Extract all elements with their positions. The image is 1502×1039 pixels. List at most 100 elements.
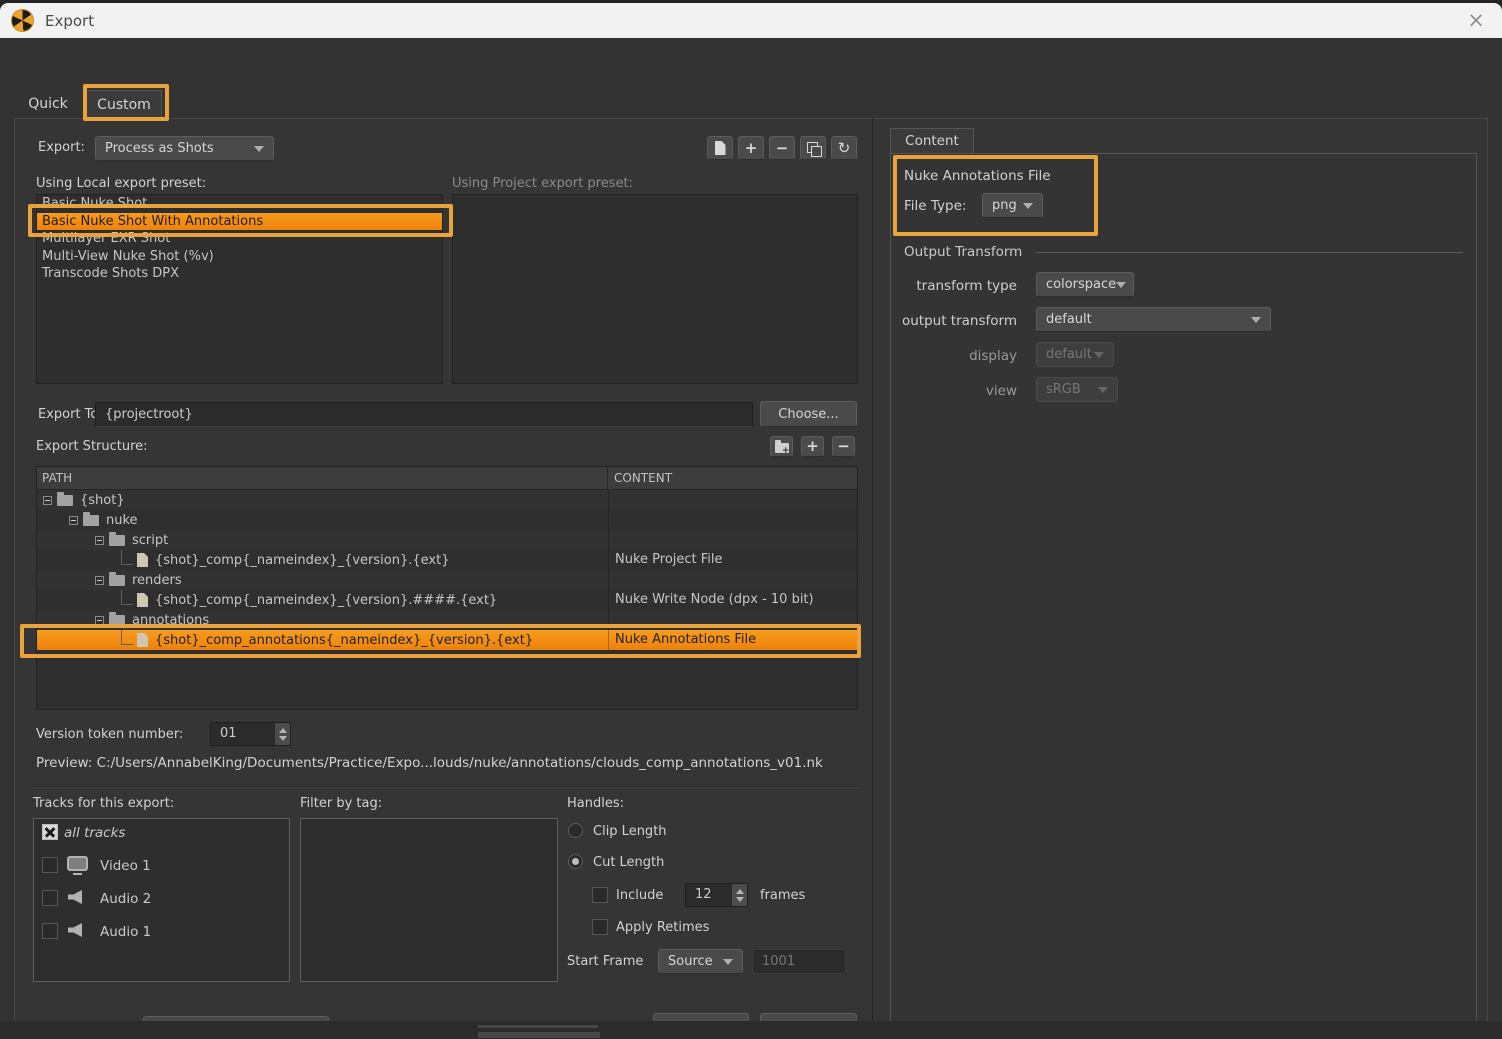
include-label[interactable]: Include [616, 888, 663, 903]
version-token-spinbox[interactable]: 01 [210, 722, 291, 746]
export-mode-dropdown[interactable]: Process as Shots [95, 136, 274, 161]
expander-minus-icon[interactable] [43, 496, 52, 505]
video-track-icon [67, 856, 88, 871]
section-divider [30, 786, 860, 787]
tab-content[interactable]: Content [890, 128, 974, 154]
new-preset-button[interactable] [707, 136, 733, 160]
folder-icon [83, 515, 99, 526]
chevron-down-icon [254, 146, 264, 152]
spinner-buttons[interactable] [731, 884, 747, 906]
tree-connector-line [121, 630, 133, 645]
track-item[interactable]: Video 1 [34, 854, 289, 887]
remove-preset-button[interactable]: − [769, 136, 795, 160]
track-item[interactable]: all tracks [34, 821, 289, 854]
start-frame-mode-value: Source [668, 954, 713, 969]
revert-preset-button[interactable]: ↻ [831, 136, 857, 160]
choose-button[interactable]: Choose... [760, 401, 857, 427]
add-preset-button[interactable]: + [738, 136, 764, 160]
track-checkbox[interactable] [42, 857, 58, 873]
duplicate-preset-button[interactable] [800, 136, 826, 160]
tree-path-cell: script [37, 530, 608, 550]
file-type-dropdown[interactable]: png [982, 193, 1043, 218]
chevron-down-icon [723, 959, 733, 965]
spin-up-icon[interactable] [279, 728, 287, 733]
tree-row[interactable]: {shot}_comp{_nameindex}_{version}.{ext}N… [37, 550, 857, 570]
tree-row[interactable]: {shot}_comp_annotations{_nameindex}_{ver… [37, 630, 857, 650]
local-preset-label: Using Local export preset: [36, 176, 206, 191]
chevron-down-icon [1098, 387, 1108, 393]
tree-path-cell: {shot}_comp{_nameindex}_{version}.####.{… [37, 590, 608, 610]
expander-minus-icon[interactable] [95, 536, 104, 545]
transform-row-label: output transform [902, 313, 1017, 329]
cut-length-radio[interactable] [568, 854, 583, 869]
tree-row[interactable]: nuke [37, 510, 857, 530]
tree-row[interactable]: script [37, 530, 857, 550]
close-window-icon[interactable]: × [1463, 7, 1489, 33]
export-to-field[interactable]: {projectroot} [95, 402, 753, 427]
tree-content-cell [608, 530, 857, 550]
track-item[interactable]: Audio 2 [34, 887, 289, 920]
include-checkbox[interactable] [592, 887, 608, 903]
content-title: Nuke Annotations File [904, 168, 1051, 184]
expander-minus-icon[interactable] [95, 616, 104, 625]
file-type-value: png [992, 198, 1017, 213]
spin-down-icon[interactable] [736, 897, 744, 902]
file-icon [137, 553, 148, 567]
track-checkbox[interactable] [42, 824, 58, 840]
column-header-path: PATH [37, 467, 608, 489]
tree-row[interactable]: annotations [37, 610, 857, 630]
apply-retimes-checkbox[interactable] [592, 919, 608, 935]
tree-path-cell: renders [37, 570, 608, 590]
tree-row[interactable]: renders [37, 570, 857, 590]
preset-item[interactable]: Multilayer EXR Shot [37, 230, 442, 248]
preset-item[interactable]: Basic Nuke Shot [37, 195, 442, 213]
remove-structure-button[interactable]: − [832, 436, 855, 457]
clip-length-radio[interactable] [568, 823, 583, 838]
tree-connector-line [121, 590, 133, 605]
tab-quick[interactable]: Quick [14, 90, 82, 118]
preset-item[interactable]: Transcode Shots DPX [37, 265, 442, 283]
folder-icon [57, 495, 73, 506]
track-item[interactable]: Audio 1 [34, 920, 289, 953]
spin-up-icon[interactable] [736, 889, 744, 894]
preview-path: Preview: C:/Users/AnnabelKing/Documents/… [36, 755, 823, 771]
start-frame-mode-dropdown[interactable]: Source [658, 949, 743, 974]
preset-item[interactable]: Basic Nuke Shot With Annotations [37, 213, 442, 231]
chevron-down-icon [1094, 352, 1104, 358]
tracks-list: all tracks Video 1Audio 2Audio 1 [33, 818, 290, 982]
output-transform-rule [1036, 252, 1463, 253]
tree-row[interactable]: {shot} [37, 490, 857, 510]
track-checkbox[interactable] [42, 890, 58, 906]
tree-connector-line [121, 550, 133, 565]
add-structure-button[interactable]: + [801, 436, 824, 457]
tree-row[interactable]: {shot}_comp{_nameindex}_{version}.####.{… [37, 590, 857, 610]
tab-custom[interactable]: Custom [86, 90, 162, 118]
tracks-label: Tracks for this export: [33, 796, 174, 811]
output-transform-row: transform typecolorspace [891, 270, 1478, 305]
spin-down-icon[interactable] [279, 736, 287, 741]
spinner-buttons[interactable] [274, 723, 290, 745]
panel-divider [872, 118, 873, 1039]
expander-minus-icon[interactable] [95, 576, 104, 585]
export-mode-value: Process as Shots [105, 141, 214, 156]
tree-path-label: renders [132, 573, 182, 588]
track-label: all tracks [64, 825, 125, 841]
version-token-value: 01 [211, 723, 274, 745]
output-transform-row: viewsRGB [891, 375, 1478, 410]
expander-minus-icon[interactable] [69, 516, 78, 525]
include-frames-spinbox[interactable]: 12 [685, 883, 748, 907]
clip-length-label[interactable]: Clip Length [593, 824, 667, 839]
add-folder-button[interactable] [770, 436, 793, 457]
transform-row-value: default [1046, 312, 1092, 327]
transform-row-dropdown[interactable]: default [1036, 307, 1271, 332]
file-icon [137, 633, 148, 647]
apply-retimes-label[interactable]: Apply Retimes [616, 920, 709, 935]
tree-path-cell: {shot} [37, 490, 608, 510]
tree-path-cell: {shot}_comp{_nameindex}_{version}.{ext} [37, 550, 608, 570]
filter-by-tag-box[interactable] [300, 818, 558, 982]
background-app-strip [0, 1021, 1502, 1039]
cut-length-label[interactable]: Cut Length [593, 855, 664, 870]
transform-row-dropdown[interactable]: colorspace [1036, 272, 1134, 297]
track-checkbox[interactable] [42, 923, 58, 939]
preset-item[interactable]: Multi-View Nuke Shot (%v) [37, 248, 442, 266]
